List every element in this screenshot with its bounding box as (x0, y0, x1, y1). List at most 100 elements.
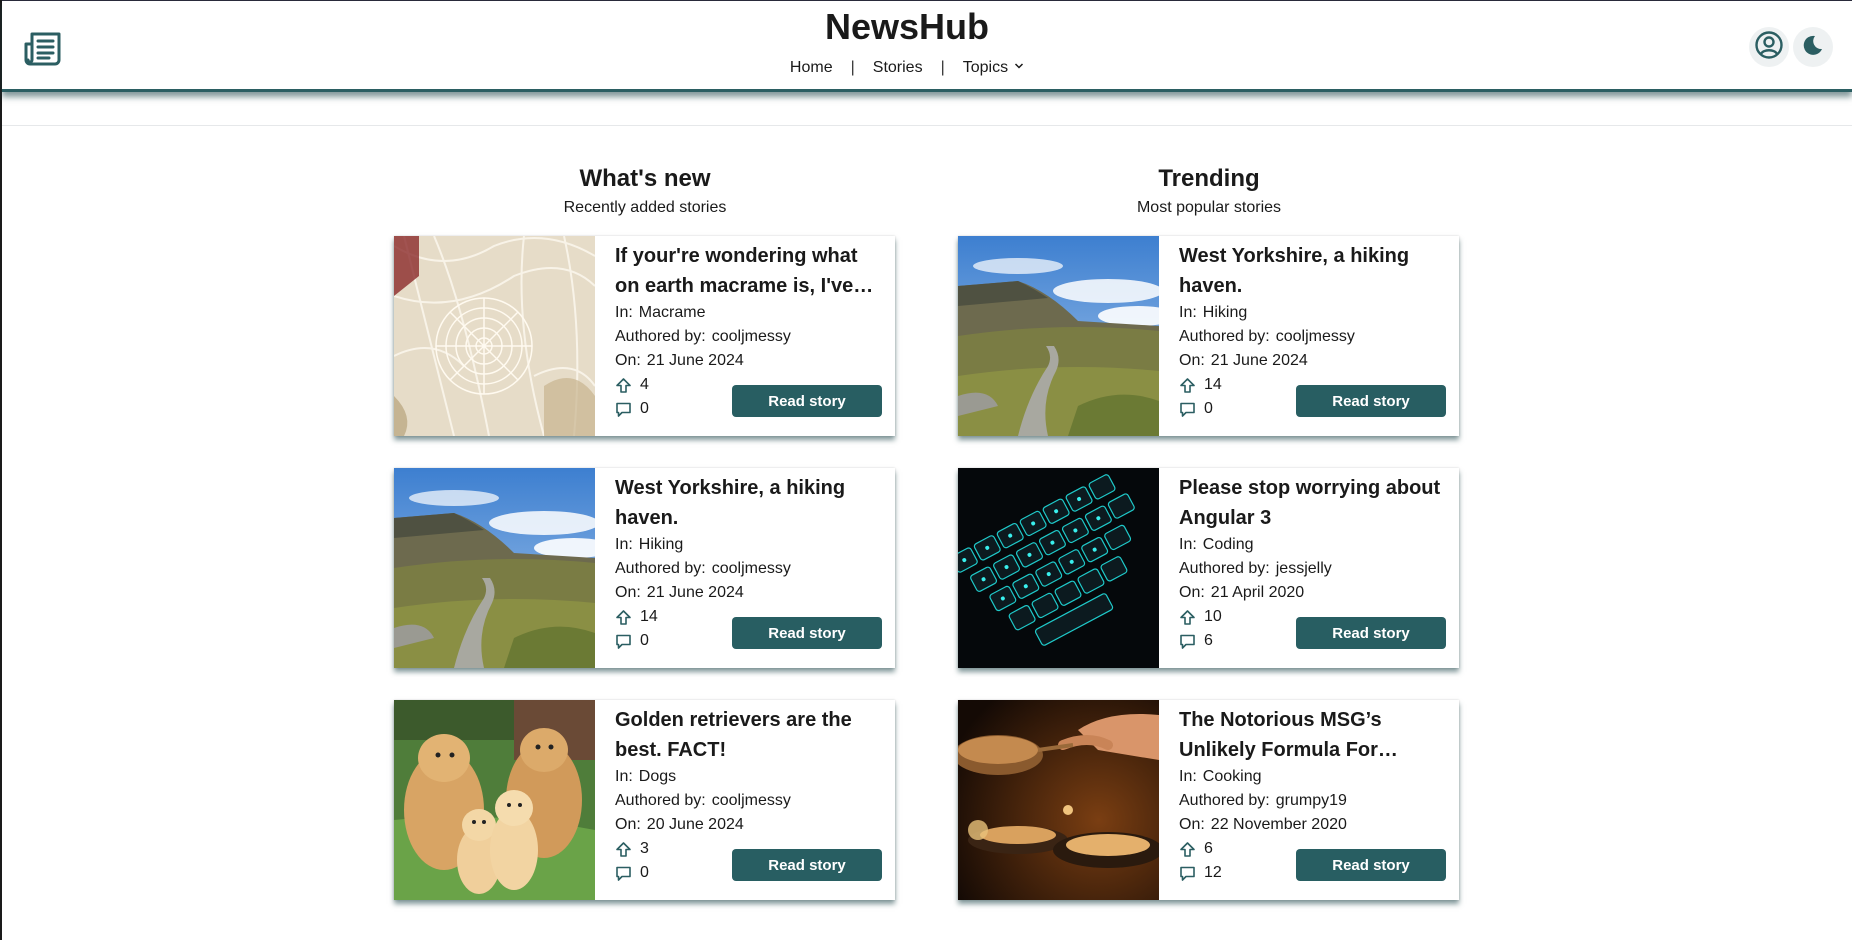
author-name: cooljmessy (711, 328, 791, 345)
story-title[interactable]: Please stop worrying about Angular 3 (1179, 473, 1449, 533)
arrow-up-icon[interactable] (615, 377, 632, 394)
read-story-button[interactable]: Read story (1296, 617, 1446, 649)
comment-icon (1179, 401, 1196, 418)
read-story-button[interactable]: Read story (732, 849, 882, 881)
comment-icon (615, 633, 632, 650)
read-story-button[interactable]: Read story (1296, 849, 1446, 881)
comment-icon (615, 401, 632, 418)
story-author: Authored by: cooljmessy (615, 789, 885, 813)
story-image-keyboard[interactable] (958, 468, 1159, 668)
arrow-up-icon[interactable] (615, 841, 632, 858)
date-label: On: (1179, 352, 1205, 369)
upvote-value: 14 (640, 608, 658, 625)
story-title[interactable]: Golden retrievers are the best. FACT! (615, 705, 885, 765)
comment-icon (1179, 865, 1196, 882)
site-header: NewsHub Home | Stories | Topics (2, 1, 1852, 92)
user-circle-icon (1754, 30, 1784, 65)
upvote-value: 14 (1204, 376, 1222, 393)
header-subbar (2, 92, 1852, 126)
story-card: If your're wondering what on earth macra… (394, 236, 895, 436)
author-name: grumpy19 (1275, 792, 1347, 809)
author-name: cooljmessy (1275, 328, 1355, 345)
topic-link[interactable]: Hiking (639, 536, 683, 553)
trending-section: Trending Most popular stories West Yorks… (958, 160, 1460, 900)
arrow-up-icon[interactable] (615, 609, 632, 626)
story-title[interactable]: The Notorious MSG’s Unlikely Formula For… (1179, 705, 1449, 765)
story-date: On: 20 June 2024 (615, 813, 885, 837)
story-author: Authored by: cooljmessy (1179, 325, 1449, 349)
comment-value: 12 (1204, 864, 1222, 881)
comment-value: 6 (1204, 632, 1213, 649)
upvote-value: 4 (640, 376, 649, 393)
chevron-down-icon (1014, 57, 1024, 75)
author-name: cooljmessy (711, 560, 791, 577)
nav-stories[interactable]: Stories (873, 59, 923, 77)
topic-link[interactable]: Macrame (639, 304, 706, 321)
topic-label: In: (1179, 304, 1197, 321)
read-story-button[interactable]: Read story (732, 617, 882, 649)
read-story-button[interactable]: Read story (1296, 385, 1446, 417)
date-value: 21 June 2024 (646, 352, 744, 369)
story-title[interactable]: If your're wondering what on earth macra… (615, 241, 885, 301)
date-value: 21 April 2020 (1210, 584, 1305, 601)
story-date: On: 21 June 2024 (615, 349, 885, 373)
topic-label: In: (1179, 536, 1197, 553)
story-title[interactable]: West Yorkshire, a hiking haven. (615, 473, 885, 533)
story-author: Authored by: grumpy19 (1179, 789, 1449, 813)
site-title[interactable]: NewsHub (2, 6, 1812, 48)
author-label: Authored by: (615, 560, 706, 577)
story-topic: In: Coding (1179, 533, 1449, 557)
date-value: 20 June 2024 (646, 816, 744, 833)
nav-home[interactable]: Home (790, 59, 833, 77)
story-topic: In: Hiking (1179, 301, 1449, 325)
story-image-macrame[interactable] (394, 236, 595, 436)
author-name: jessjelly (1275, 560, 1332, 577)
story-card: The Notorious MSG’s Unlikely Formula For… (958, 700, 1459, 900)
moon-icon (1801, 33, 1825, 62)
comment-icon (615, 865, 632, 882)
story-image-hiking[interactable] (394, 468, 595, 668)
arrow-up-icon[interactable] (1179, 377, 1196, 394)
upvote-value: 3 (640, 840, 649, 857)
story-date: On: 21 April 2020 (1179, 581, 1449, 605)
topic-link[interactable]: Hiking (1203, 304, 1247, 321)
topic-link[interactable]: Cooking (1203, 768, 1262, 785)
comment-value: 0 (640, 632, 649, 649)
story-card: Golden retrievers are the best. FACT! In… (394, 700, 895, 900)
comment-value: 0 (640, 864, 649, 881)
nav-topics[interactable]: Topics (963, 59, 1024, 77)
comment-icon (1179, 633, 1196, 650)
arrow-up-icon[interactable] (1179, 841, 1196, 858)
story-card: Please stop worrying about Angular 3 In:… (958, 468, 1459, 668)
story-image-cooking[interactable] (958, 700, 1159, 900)
story-date: On: 21 June 2024 (1179, 349, 1449, 373)
topic-label: In: (1179, 768, 1197, 785)
date-value: 22 November 2020 (1210, 816, 1347, 833)
author-label: Authored by: (1179, 328, 1270, 345)
story-topic: In: Cooking (1179, 765, 1449, 789)
date-value: 21 June 2024 (646, 584, 744, 601)
topic-link[interactable]: Dogs (639, 768, 676, 785)
story-card: West Yorkshire, a hiking haven. In: Hikin… (394, 468, 895, 668)
story-date: On: 22 November 2020 (1179, 813, 1449, 837)
date-label: On: (615, 584, 641, 601)
read-story-button[interactable]: Read story (732, 385, 882, 417)
date-label: On: (1179, 816, 1205, 833)
author-label: Authored by: (615, 328, 706, 345)
story-image-dogs[interactable] (394, 700, 595, 900)
story-author: Authored by: cooljmessy (615, 557, 885, 581)
upvote-value: 6 (1204, 840, 1213, 857)
account-button[interactable] (1749, 27, 1789, 67)
date-label: On: (615, 816, 641, 833)
date-label: On: (615, 352, 641, 369)
whats-new-section: What's new Recently added stories If you… (394, 160, 896, 900)
section-title: What's new (579, 165, 711, 192)
topic-link[interactable]: Coding (1203, 536, 1254, 553)
author-label: Authored by: (1179, 560, 1270, 577)
theme-toggle-button[interactable] (1793, 27, 1833, 67)
story-image-hiking[interactable] (958, 236, 1159, 436)
comment-value: 0 (640, 400, 649, 417)
story-title[interactable]: West Yorkshire, a hiking haven. (1179, 241, 1449, 301)
arrow-up-icon[interactable] (1179, 609, 1196, 626)
section-title: Trending (1158, 165, 1260, 192)
